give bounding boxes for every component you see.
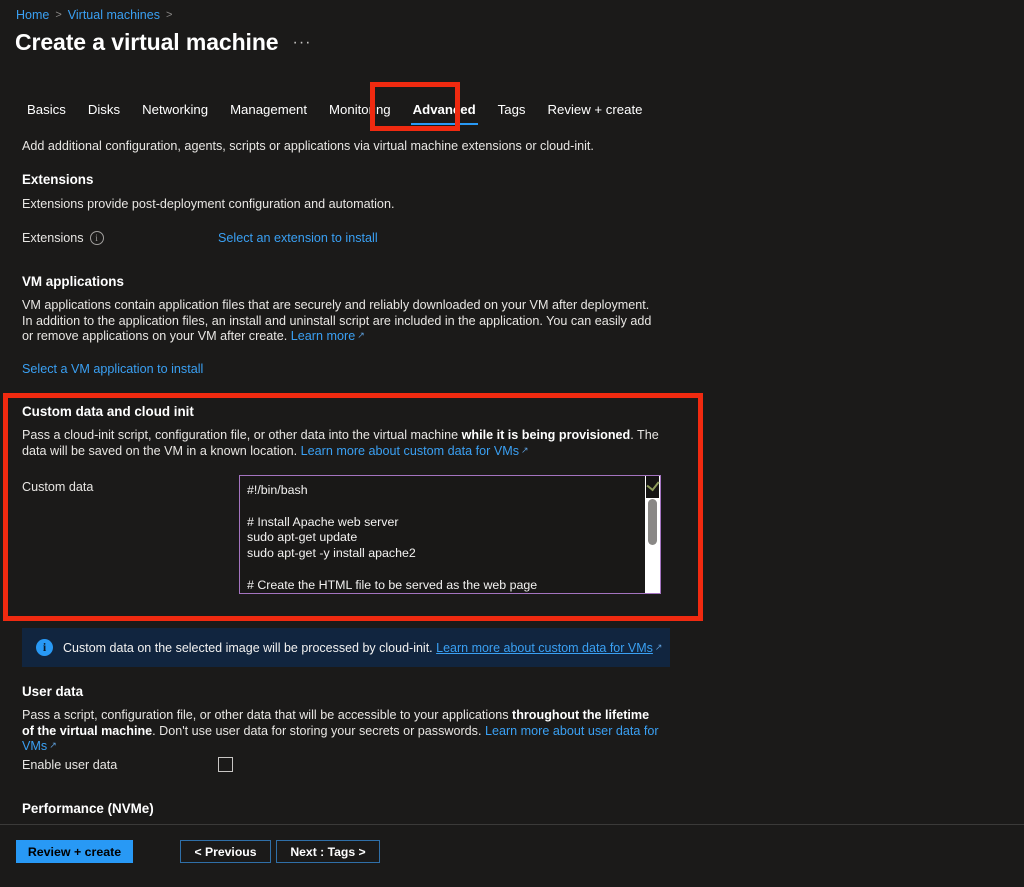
section-heading-user-data: User data (22, 684, 84, 699)
info-icon: i (36, 639, 53, 656)
external-link-icon: ↗ (521, 444, 529, 455)
breadcrumb-separator-icon: > (165, 9, 173, 21)
tab-tags[interactable]: Tags (487, 100, 537, 127)
previous-button[interactable]: < Previous (180, 840, 271, 863)
enable-user-data-label: Enable user data (22, 757, 118, 772)
enable-user-data-checkbox[interactable] (218, 757, 233, 772)
tab-disks[interactable]: Disks (77, 100, 131, 127)
extensions-field-row: Extensions i Select an extension to inst… (22, 231, 682, 245)
resize-handle-icon[interactable] (646, 476, 659, 498)
extensions-description: Extensions provide post-deployment confi… (22, 197, 395, 211)
user-data-description: Pass a script, configuration file, or ot… (22, 708, 662, 756)
custom-data-textarea-scrollbar[interactable] (645, 476, 660, 593)
custom-data-learn-more-link[interactable]: Learn more about custom data for VMs (301, 444, 519, 458)
custom-data-info-banner: i Custom data on the selected image will… (22, 628, 670, 667)
more-options-icon[interactable]: ··· (293, 30, 312, 56)
select-extension-link[interactable]: Select an extension to install (218, 231, 378, 245)
page-intro-text: Add additional configuration, agents, sc… (22, 139, 594, 153)
custom-data-description-emphasis: while it is being provisioned (461, 428, 631, 442)
breadcrumb: Home > Virtual machines > (16, 8, 172, 22)
review-create-button[interactable]: Review + create (16, 840, 133, 863)
section-heading-performance-nvme: Performance (NVMe) (22, 801, 154, 816)
user-data-description-part1: Pass a script, configuration file, or ot… (22, 708, 513, 722)
custom-data-field-label: Custom data (22, 480, 94, 494)
page-title: Create a virtual machine (15, 29, 279, 55)
wizard-tabs: Basics Disks Networking Management Monit… (16, 100, 653, 127)
wizard-footer: Review + create < Previous Next : Tags > (0, 824, 1024, 887)
section-heading-extensions: Extensions (22, 172, 94, 187)
section-heading-custom-data: Custom data and cloud init (22, 404, 194, 419)
custom-data-description-part1: Pass a cloud-init script, configuration … (22, 428, 462, 442)
scrollbar-thumb[interactable] (648, 499, 657, 545)
external-link-icon: ↗ (357, 330, 365, 341)
page-header: Create a virtual machine ··· (15, 28, 311, 56)
tab-advanced[interactable]: Advanced (402, 100, 487, 127)
info-banner-text: Custom data on the selected image will b… (63, 640, 437, 655)
extensions-label-text: Extensions (22, 231, 84, 245)
custom-data-description: Pass a cloud-init script, configuration … (22, 428, 660, 460)
info-icon[interactable]: i (89, 231, 104, 245)
vm-applications-learn-more-link[interactable]: Learn more (291, 329, 355, 343)
tab-review-create[interactable]: Review + create (537, 100, 654, 127)
enable-user-data-row: Enable user data (22, 757, 322, 772)
tab-networking[interactable]: Networking (131, 100, 219, 127)
tab-basics[interactable]: Basics (16, 100, 77, 127)
custom-data-textarea-value[interactable]: #!/bin/bash # Install Apache web server … (240, 476, 645, 593)
breadcrumb-separator-icon: > (55, 9, 62, 21)
external-link-icon: ↗ (654, 641, 663, 652)
next-tags-button[interactable]: Next : Tags > (276, 840, 380, 863)
custom-data-textarea[interactable]: #!/bin/bash # Install Apache web server … (239, 475, 661, 594)
extensions-field-label: Extensions i (22, 231, 218, 245)
external-link-icon: ↗ (49, 740, 57, 751)
vm-applications-description: VM applications contain application file… (22, 298, 662, 346)
section-heading-vm-applications: VM applications (22, 274, 124, 289)
info-banner-link[interactable]: Learn more about custom data for VMs (436, 641, 653, 655)
breadcrumb-item-home[interactable]: Home (16, 8, 49, 22)
user-data-description-part2: . Don't use user data for storing your s… (152, 723, 485, 738)
info-banner-content: Custom data on the selected image will b… (63, 641, 662, 655)
tab-monitoring[interactable]: Monitoring (318, 100, 402, 127)
breadcrumb-item-virtual-machines[interactable]: Virtual machines (68, 8, 160, 22)
select-vm-application-link[interactable]: Select a VM application to install (22, 362, 203, 376)
tab-management[interactable]: Management (219, 100, 318, 127)
